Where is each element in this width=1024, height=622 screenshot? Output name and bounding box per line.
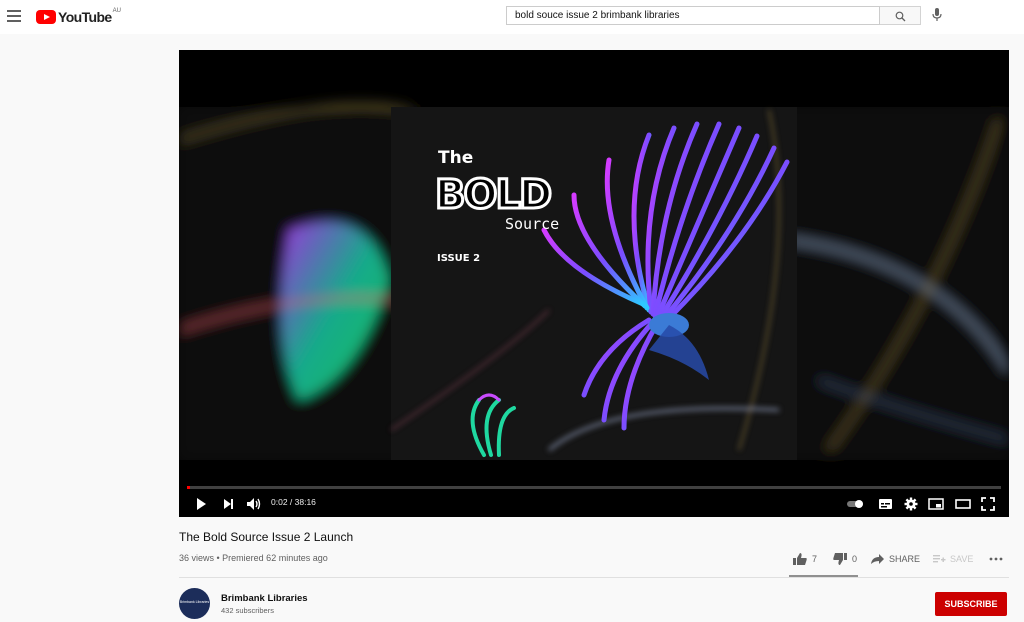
search-icon (895, 11, 906, 22)
menu-icon[interactable] (7, 10, 21, 22)
avatar-text: Brimbank Libraries (179, 600, 210, 604)
subscribe-button[interactable]: SUBSCRIBE (935, 592, 1007, 616)
miniplayer-icon[interactable] (928, 497, 944, 511)
youtube-play-icon (36, 10, 56, 24)
save-button[interactable]: SAVE (932, 552, 973, 566)
thumbs-down-icon (833, 553, 847, 565)
channel-name[interactable]: Brimbank Libraries (221, 593, 308, 604)
fullscreen-icon[interactable] (981, 497, 995, 511)
share-label: SHARE (889, 554, 921, 564)
progress-bar[interactable] (187, 486, 1001, 489)
volume-icon[interactable] (246, 497, 262, 511)
logo-text: YouTube (58, 9, 112, 25)
subtitles-icon[interactable] (878, 497, 893, 511)
search-input[interactable]: bold souce issue 2 brimbank libraries (506, 6, 880, 25)
next-icon[interactable] (221, 497, 235, 511)
video-frame: The BOLD Source ISSUE 2 (179, 50, 1009, 517)
time-display: 0:02 / 38:16 (271, 497, 316, 507)
cover-the-text: The (438, 148, 473, 168)
video-player[interactable]: The BOLD Source ISSUE 2 0:02 / 38:16 (179, 50, 1009, 517)
share-button[interactable]: SHARE (870, 552, 920, 566)
like-count: 7 (812, 554, 818, 564)
more-actions-button[interactable] (989, 552, 1003, 566)
divider (179, 577, 1009, 578)
autoplay-toggle[interactable] (846, 497, 866, 511)
youtube-logo[interactable]: YouTube AU (36, 8, 121, 25)
cover-bold-text: BOLD (435, 172, 551, 218)
mic-icon[interactable] (932, 8, 942, 22)
channel-avatar[interactable]: Brimbank Libraries (179, 588, 210, 619)
video-title: The Bold Source Issue 2 Launch (179, 530, 354, 544)
subscriber-count: 432 subscribers (221, 606, 274, 615)
settings-icon[interactable] (904, 497, 918, 511)
thumbs-up-icon (793, 553, 807, 565)
playlist-add-icon (933, 555, 946, 563)
video-meta: 36 views • Premiered 62 minutes ago (179, 553, 328, 563)
dislike-button[interactable]: 0 (832, 552, 857, 566)
save-label: SAVE (950, 554, 974, 564)
share-icon (871, 554, 884, 564)
cover-issue-text: ISSUE 2 (437, 253, 480, 264)
region-code: AU (112, 8, 121, 14)
theater-icon[interactable] (955, 497, 971, 511)
progress-fill (187, 486, 191, 489)
search-button[interactable] (880, 6, 921, 25)
more-icon (989, 557, 1003, 561)
dislike-count: 0 (852, 554, 858, 564)
cover-source-text: Source (505, 215, 559, 233)
play-icon[interactable] (194, 497, 208, 511)
masthead: YouTube AU bold souce issue 2 brimbank l… (0, 0, 1024, 34)
like-button[interactable]: 7 (792, 552, 817, 566)
